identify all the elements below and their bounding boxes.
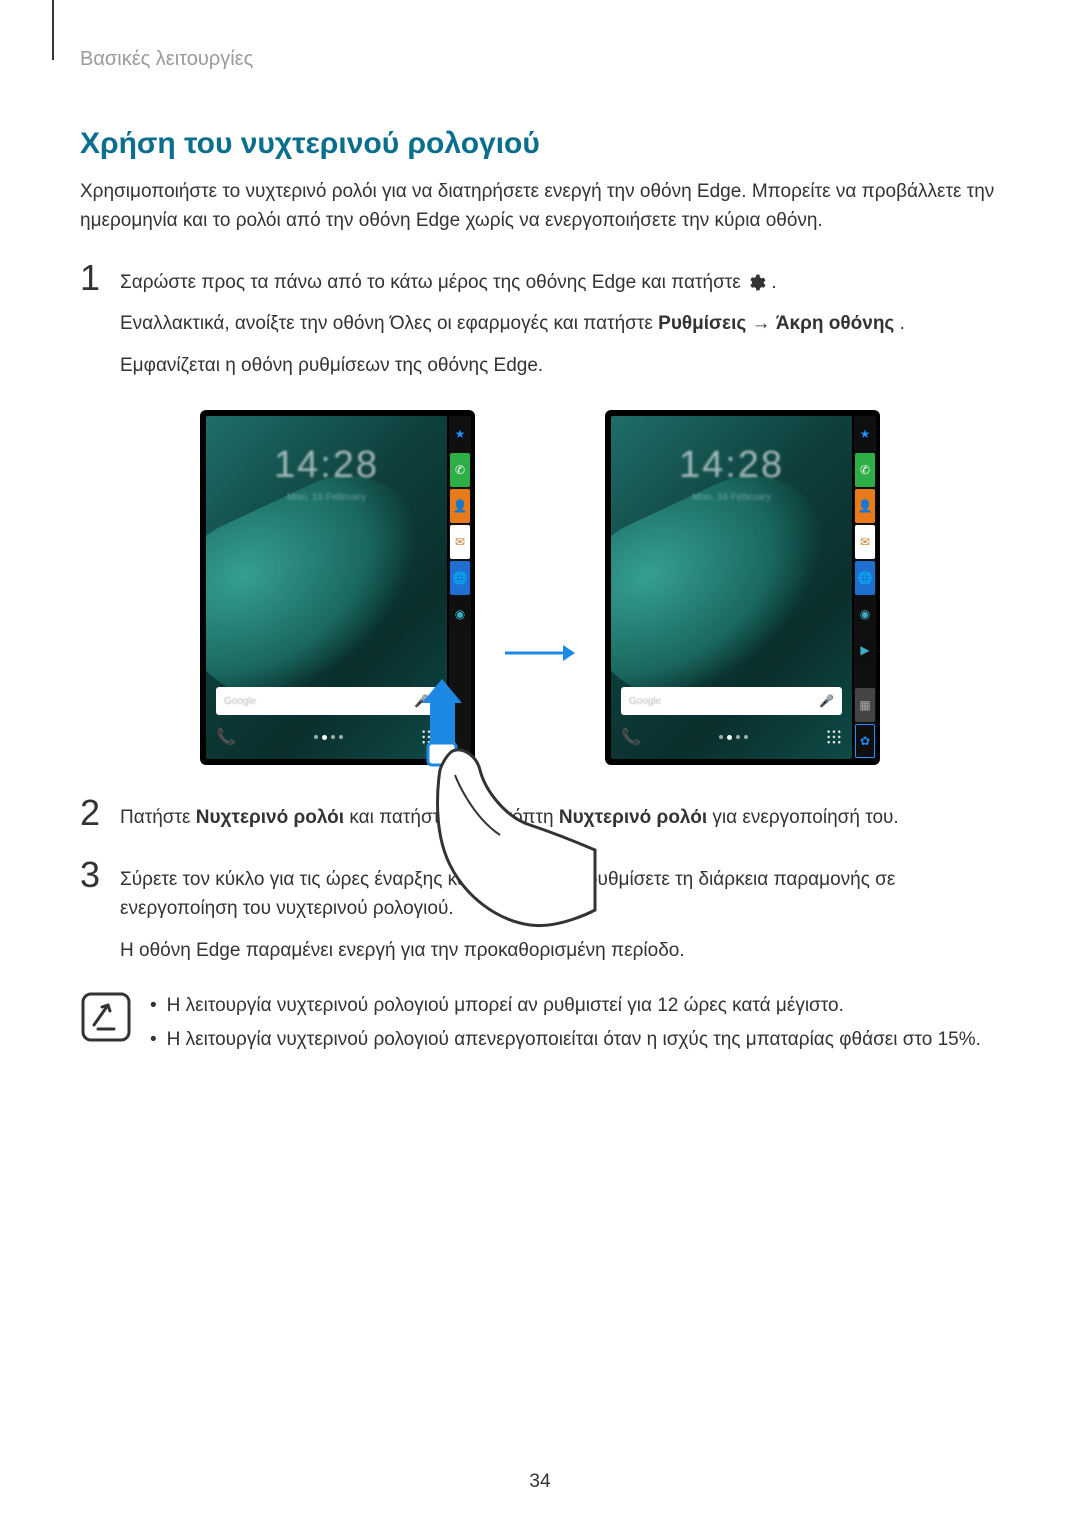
edge-camera-icon: ◉ (450, 597, 470, 631)
apps-grid-icon (826, 729, 842, 745)
gear-icon (746, 273, 766, 293)
step-number: 2 (80, 795, 106, 844)
phone-right: 14:28 Mon, 16 February Google 🎤 📞 ★ ✆ 👤 (605, 410, 880, 765)
illustration: 14:28 Mon, 16 February Google 🎤 📞 (80, 410, 1000, 765)
search-placeholder: Google (224, 696, 256, 707)
mic-icon: 🎤 (819, 694, 834, 708)
phone-dock-icon: 📞 (216, 727, 236, 747)
edge-browser-icon: 🌐 (855, 561, 875, 595)
clock-date: Mon, 16 February (206, 492, 447, 503)
page-content: Βασικές λειτουργίες Χρήση του νυχτερινού… (0, 0, 1080, 1060)
phone-screen: 14:28 Mon, 16 February Google 🎤 📞 (611, 416, 852, 759)
step2-c: και πατήστε το διακόπτη (349, 807, 559, 828)
note-icon (80, 991, 132, 1043)
step1-text-b: . (771, 272, 776, 293)
mic-icon: 🎤 (414, 694, 429, 708)
phone-dock-icon: 📞 (621, 727, 641, 747)
phone-screen: 14:28 Mon, 16 February Google 🎤 📞 (206, 416, 447, 759)
breadcrumb: Βασικές λειτουργίες (80, 48, 1000, 71)
apps-grid-icon (421, 729, 437, 745)
step2-d: για ενεργοποίησή του. (712, 807, 898, 828)
search-bar: Google 🎤 (216, 687, 437, 715)
step-body: Πατήστε Νυχτερινό ρολόι και πατήστε το δ… (120, 795, 899, 844)
step-3: 3 Σύρετε τον κύκλο για τις ώρες έναρξης … (80, 857, 1000, 977)
search-bar: Google 🎤 (621, 687, 842, 715)
dock-row: 📞 (621, 723, 842, 751)
edge-panel-right: ★ ✆ 👤 ✉ 🌐 ◉ ▶ ▦ ✿ (854, 416, 876, 759)
clock-date: Mon, 16 February (611, 492, 852, 503)
note-1: Η λειτουργία νυχτερινού ρολογιού μπορεί … (167, 991, 844, 1021)
edge-mail-icon: ✉ (450, 525, 470, 559)
wallpaper-leaf (611, 450, 852, 723)
edge-tile-icon: ▦ (855, 688, 875, 722)
page-margin-rule (52, 0, 54, 60)
edge-phone-icon: ✆ (855, 453, 875, 487)
step-2: 2 Πατήστε Νυχτερινό ρολόι και πατήστε το… (80, 795, 1000, 844)
bullet-icon: • (150, 991, 157, 1021)
note-list: • Η λειτουργία νυχτερινού ρολογιού μπορε… (150, 991, 981, 1060)
phone-left: 14:28 Mon, 16 February Google 🎤 📞 (200, 410, 475, 765)
bullet-icon: • (150, 1025, 157, 1055)
step-1: 1 Σαρώστε προς τα πάνω από το κάτω μέρος… (80, 260, 1000, 392)
wallpaper-leaf (206, 450, 447, 723)
step-number: 1 (80, 260, 106, 392)
section-title: Χρήση του νυχτερινού ρολογιού (80, 127, 1000, 161)
note-block: • Η λειτουργία νυχτερινού ρολογιού μπορε… (80, 991, 1000, 1060)
note-2: Η λειτουργία νυχτερινού ρολογιού απενεργ… (167, 1025, 981, 1055)
edge-star-icon: ★ (855, 417, 875, 451)
step3-p2: Η οθόνη Edge παραμένει ενεργή για την πρ… (120, 936, 1000, 965)
search-placeholder: Google (629, 696, 661, 707)
arrow-right-icon (505, 643, 575, 663)
step1-line3: Εμφανίζεται η οθόνη ρυθμίσεων της οθόνης… (120, 351, 905, 380)
dock-row: 📞 (216, 723, 437, 751)
step2-a: Πατήστε (120, 807, 196, 828)
step2-bold1: Νυχτερινό ρολόι (196, 807, 344, 828)
step1-bold-edge: Άκρη οθόνης (776, 313, 895, 334)
edge-mail-icon: ✉ (855, 525, 875, 559)
step1-bold-settings: Ρυθμίσεις (658, 313, 746, 334)
step-body: Σύρετε τον κύκλο για τις ώρες έναρξης κα… (120, 857, 1000, 977)
step3-p1: Σύρετε τον κύκλο για τις ώρες έναρξης κα… (120, 865, 1000, 924)
edge-contact-icon: 👤 (855, 489, 875, 523)
page-number: 34 (0, 1471, 1080, 1493)
edge-contact-icon: 👤 (450, 489, 470, 523)
clock-time: 14:28 (611, 444, 852, 487)
edge-camera-icon: ◉ (855, 597, 875, 631)
step1-line2-a: Εναλλακτικά, ανοίξτε την οθόνη Όλες οι ε… (120, 313, 658, 334)
edge-panel-left: ★ ✆ 👤 ✉ 🌐 ◉ ☰ (449, 416, 471, 759)
intro-paragraph: Χρησιμοποιήστε το νυχτερινό ρολόι για να… (80, 177, 1000, 236)
clock-time: 14:28 (206, 444, 447, 487)
edge-star-icon: ★ (450, 417, 470, 451)
step-number: 3 (80, 857, 106, 977)
step1-text-a: Σαρώστε προς τα πάνω από το κάτω μέρος τ… (120, 272, 746, 293)
step1-arrow: → (752, 313, 776, 334)
edge-browser-icon: 🌐 (450, 561, 470, 595)
step-body: Σαρώστε προς τα πάνω από το κάτω μέρος τ… (120, 260, 905, 392)
edge-video-icon: ▶ (855, 633, 875, 667)
step2-bold2: Νυχτερινό ρολόι (559, 807, 707, 828)
step1-line2-end: . (900, 313, 905, 334)
edge-phone-icon: ✆ (450, 453, 470, 487)
edge-settings-icon: ✿ (855, 724, 875, 758)
